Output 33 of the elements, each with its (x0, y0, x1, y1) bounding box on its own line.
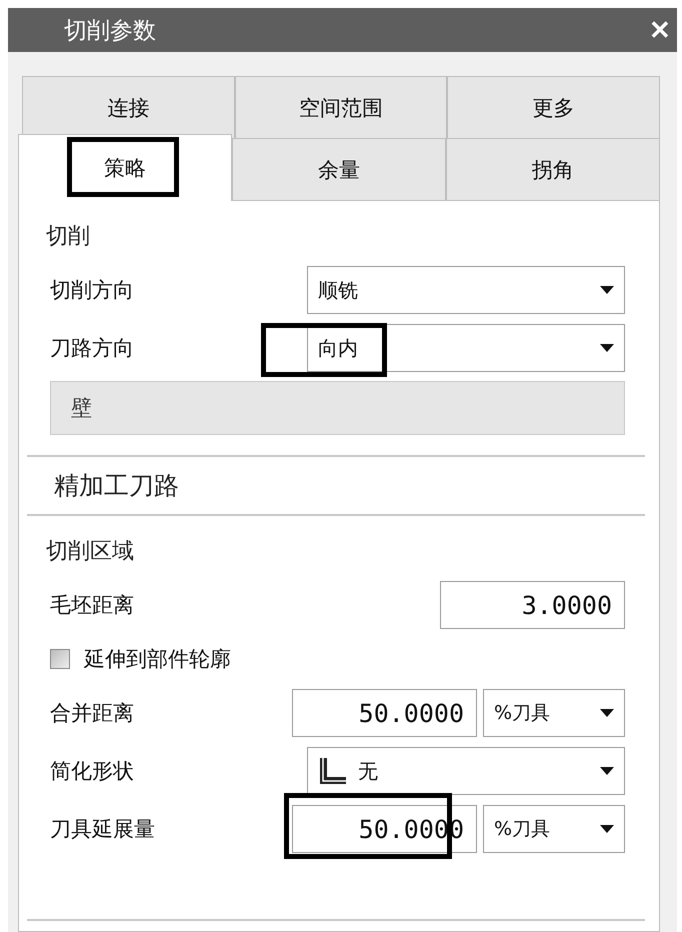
tab[interactable]: 余量 (232, 138, 446, 200)
tab[interactable]: 空间范围 (234, 76, 448, 138)
field-label: 切削方向 (50, 277, 134, 304)
group-title: 切削 (45, 223, 91, 251)
caret-icon (600, 709, 614, 717)
group-title: 切削区域 (45, 538, 135, 566)
number-field[interactable]: 3.0000 (440, 581, 625, 629)
group-header[interactable]: 壁 (50, 381, 625, 435)
field-label: 简化形状 (50, 758, 134, 785)
number-field[interactable]: 50.0000 (292, 689, 477, 737)
checkbox[interactable] (50, 649, 70, 669)
tab[interactable]: 更多 (447, 76, 660, 138)
field-label: 延伸到部件轮廓 (84, 646, 231, 673)
field-label: 毛坯距离 (50, 592, 134, 619)
caret-icon (600, 767, 614, 775)
close-button[interactable]: ✕ (649, 17, 671, 43)
tab[interactable]: 拐角 (446, 138, 660, 200)
dropdown[interactable]: 无 (307, 747, 625, 795)
unit-dropdown[interactable]: %刀具 (483, 689, 625, 737)
dropdown[interactable]: 顺铣 (307, 266, 625, 314)
unit-dropdown[interactable]: %刀具 (483, 805, 625, 853)
field-label: 刀具延展量 (50, 816, 155, 843)
window-title: 切削参数 (64, 16, 156, 46)
caret-icon (600, 286, 614, 294)
tab[interactable]: 连接 (22, 76, 235, 138)
caret-icon (600, 825, 614, 833)
field-label: 刀路方向 (50, 335, 134, 362)
section-title: 精加工刀路 (27, 455, 645, 516)
caret-icon (600, 344, 614, 352)
tab[interactable]: 策略 (18, 134, 232, 201)
field-label: 合并距离 (50, 700, 134, 727)
corner-shape-icon (318, 756, 348, 786)
dropdown[interactable]: 向内 (307, 324, 625, 372)
